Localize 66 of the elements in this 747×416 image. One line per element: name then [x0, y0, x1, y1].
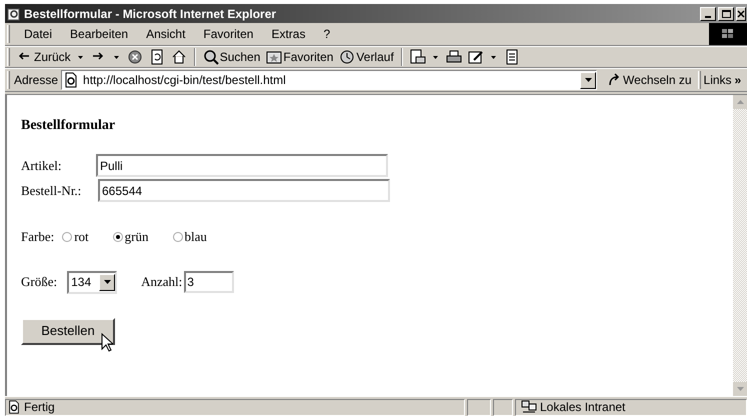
refresh-icon [148, 49, 165, 65]
text-field[interactable]: 3 [184, 271, 234, 293]
field-label: Bestell-Nr.: [21, 182, 82, 200]
window-title: Bestellformular - Microsoft Internet Explorer [24, 6, 276, 22]
menu-item[interactable]: Favoriten [194, 25, 262, 43]
history-button[interactable]: Verlauf [338, 47, 395, 67]
caret-icon [491, 56, 496, 58]
caret-icon [584, 78, 592, 82]
minimize-icon [705, 16, 711, 18]
field-label: Farbe: [21, 228, 54, 246]
menu-item[interactable]: Ansicht [137, 25, 194, 43]
home-icon [170, 49, 187, 65]
radio-button[interactable] [172, 232, 183, 242]
close-button[interactable] [736, 6, 746, 20]
printer-icon [446, 49, 462, 65]
search-icon [202, 49, 219, 65]
menu-item[interactable]: Extras [262, 25, 314, 43]
address-label: Adresse [14, 72, 58, 89]
radio-button[interactable] [62, 232, 72, 242]
radio-option[interactable]: blau [172, 227, 207, 246]
menu-item[interactable]: ? [314, 25, 340, 43]
address-field[interactable]: http://localhost/cgi-bin/test/bestell.html [61, 70, 598, 90]
page-icon [63, 72, 80, 88]
favorites-button[interactable]: Favoriten [265, 47, 334, 67]
maximize-icon [722, 10, 730, 18]
star-folder-icon [266, 49, 282, 65]
edit-icon [468, 49, 484, 65]
caret-icon [78, 56, 84, 58]
radio-button[interactable] [112, 232, 123, 242]
field-label: Anzahl: [141, 273, 182, 292]
back-button[interactable]: Zurück [16, 47, 72, 67]
select-field[interactable]: 134 [67, 270, 118, 294]
close-icon [737, 10, 745, 18]
radio-option[interactable]: grün [112, 227, 149, 246]
mouse-cursor-icon [101, 332, 113, 352]
caret-icon [433, 56, 438, 58]
go-button[interactable]: Wechseln zu [607, 71, 692, 89]
radio-option[interactable]: rot [62, 227, 89, 246]
field-label: Artikel: [21, 156, 62, 175]
zone-text: Lokales Intranet [540, 399, 626, 416]
text-field[interactable]: Pulli [96, 154, 388, 177]
order-button[interactable]: Bestellen [21, 318, 115, 344]
arrow-icon [607, 73, 622, 87]
caret-icon [104, 280, 111, 284]
stop-icon [126, 49, 143, 65]
maximize-button[interactable] [718, 6, 734, 20]
down-arrow-icon [736, 387, 744, 391]
network-computer-icon [521, 400, 537, 414]
url-text: http://localhost/cgi-bin/test/bestell.html [83, 72, 287, 89]
links-button[interactable]: Links » [704, 71, 742, 89]
dropdown-button[interactable] [580, 72, 596, 88]
field-label: Größe: [21, 273, 58, 292]
status-text: Fertig [24, 399, 55, 416]
search-button[interactable]: Suchen [202, 47, 262, 67]
clock-icon [339, 49, 356, 65]
text-field[interactable]: 665544 [98, 179, 390, 202]
caret-icon [114, 56, 120, 58]
document-icon [504, 49, 520, 65]
windows-logo-icon [721, 28, 735, 40]
status-panel-empty [467, 398, 491, 416]
up-arrow-icon [736, 100, 744, 104]
menu-item[interactable]: Bearbeiten [61, 25, 138, 43]
page-heading: Bestellformular [21, 117, 116, 132]
menu-item[interactable]: Datei [15, 25, 62, 43]
minimize-button[interactable] [700, 6, 716, 20]
status-panel-empty [493, 398, 513, 416]
